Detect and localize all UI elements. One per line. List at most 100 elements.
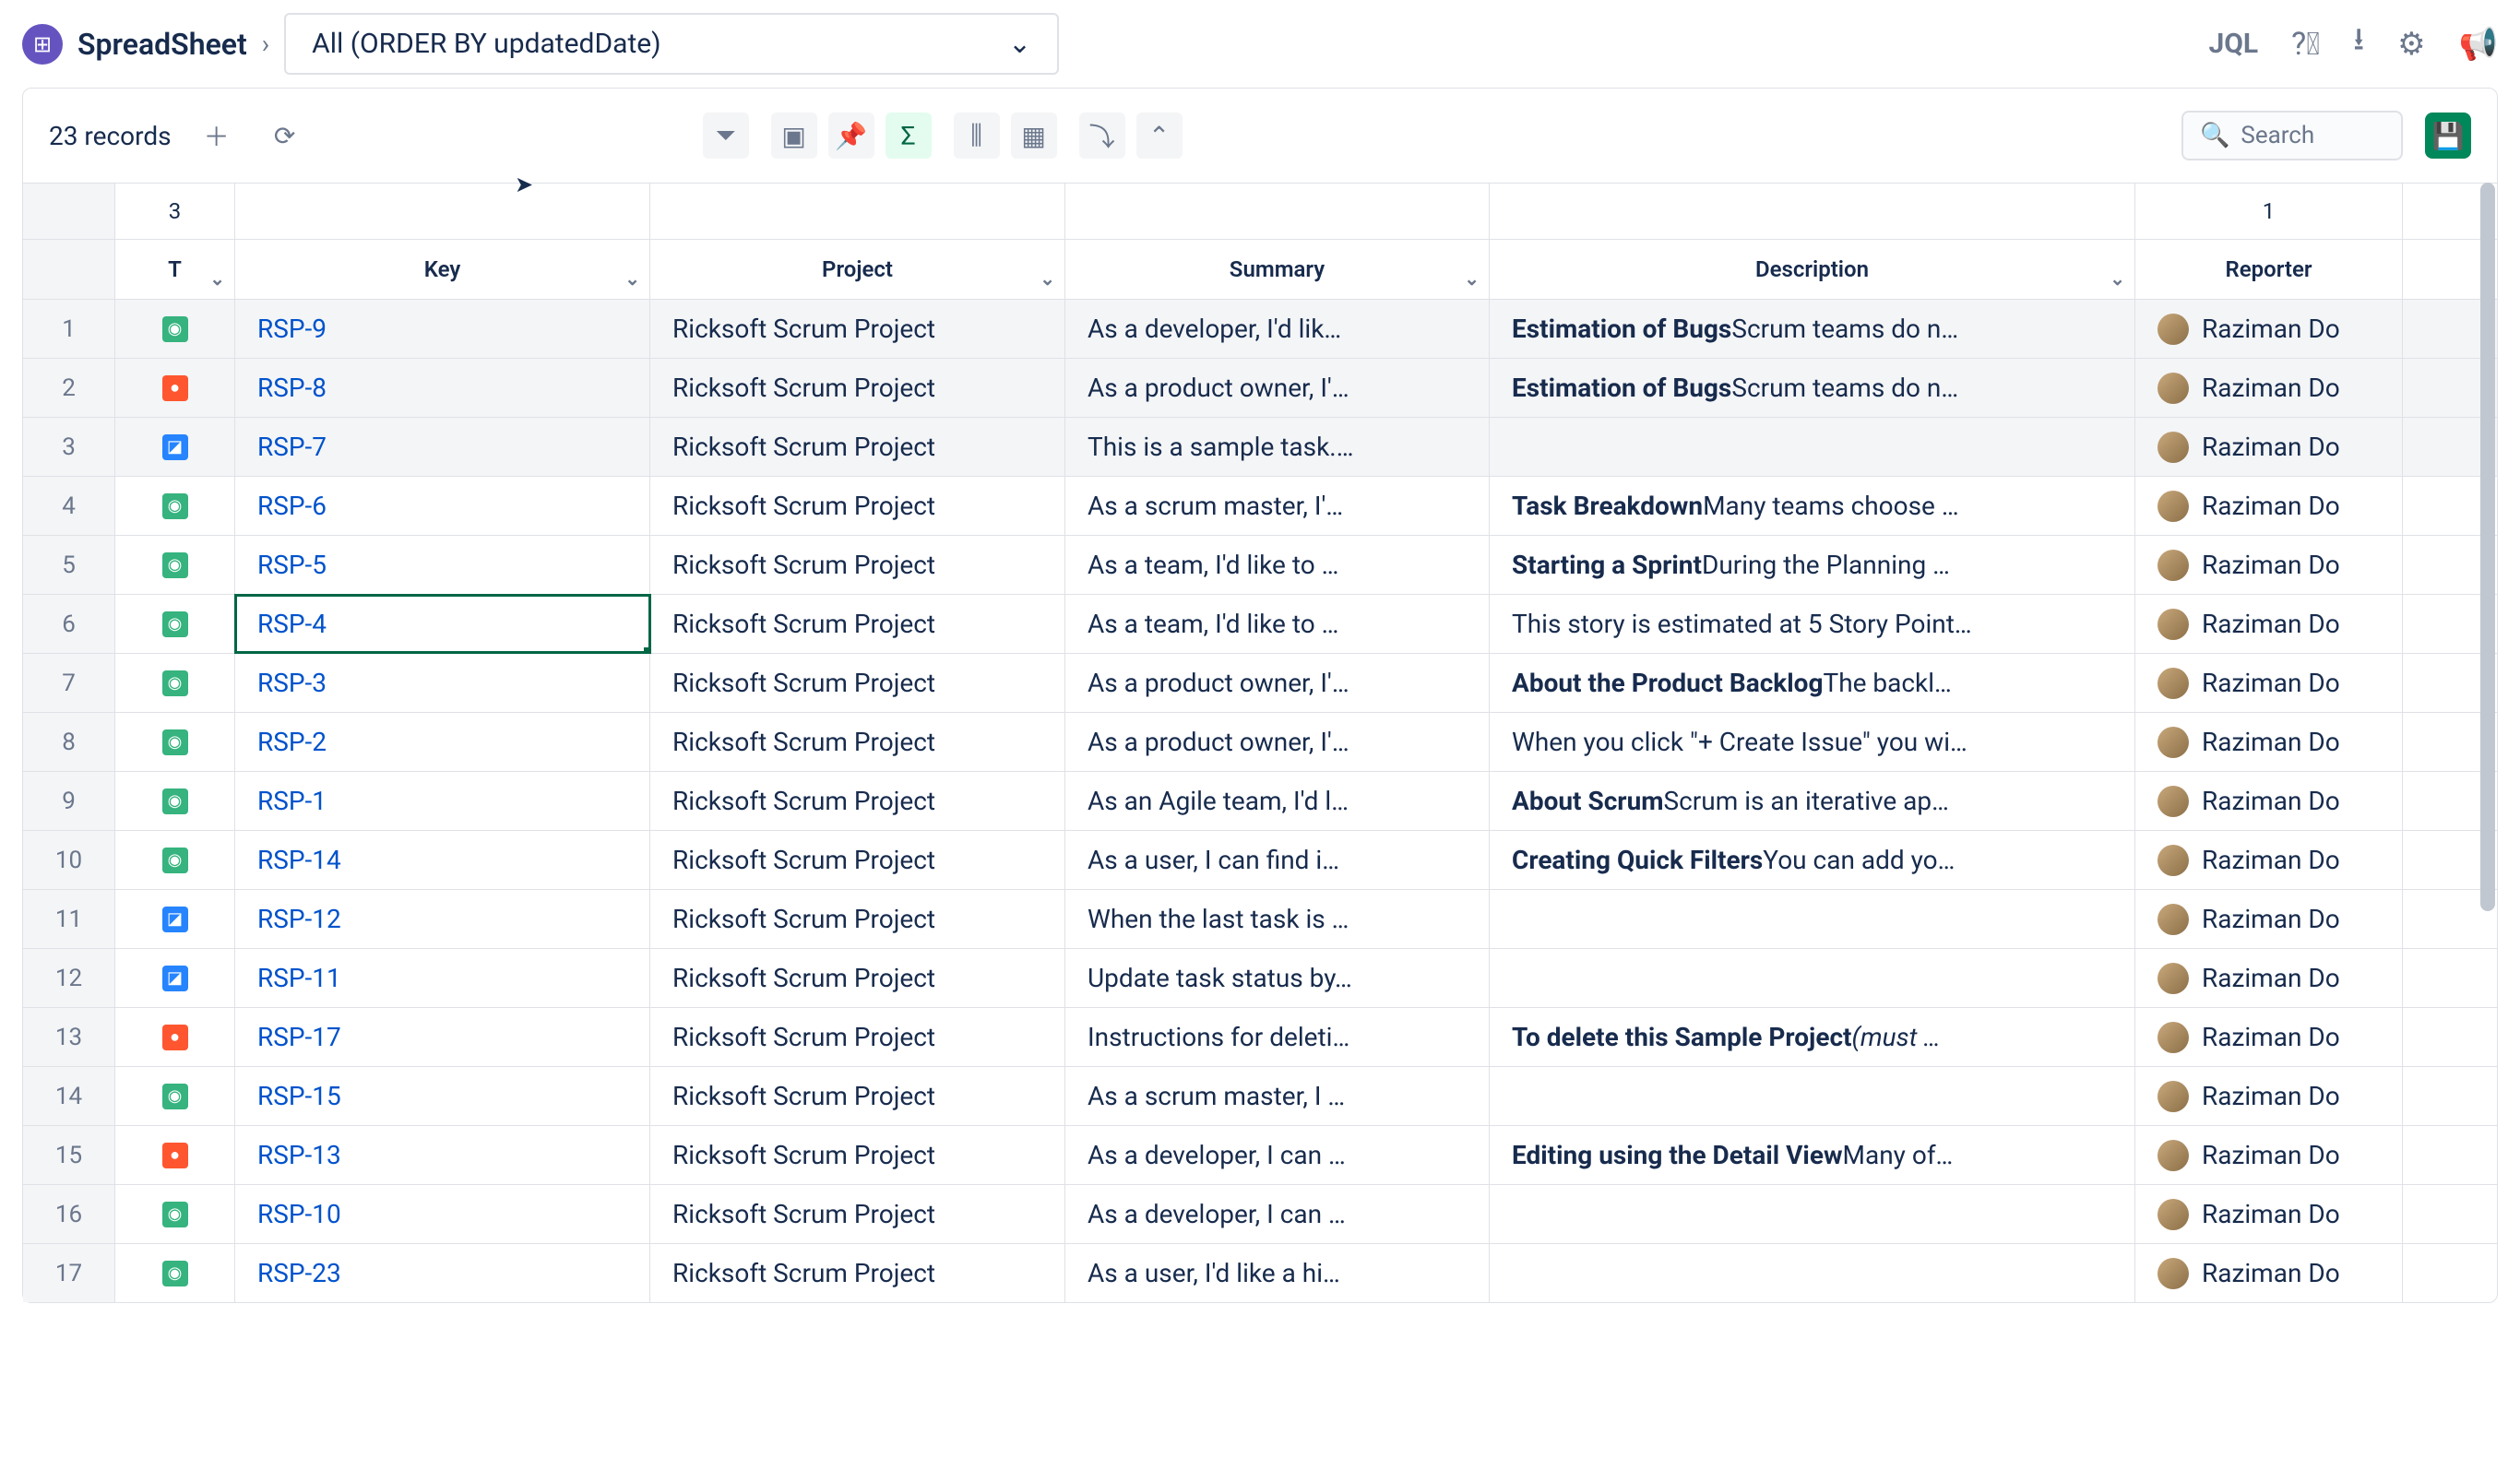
description-cell[interactable] [1490, 1185, 2135, 1243]
description-cell[interactable]: About the Product Backlog The backl… [1490, 654, 2135, 712]
description-cell[interactable] [1490, 1244, 2135, 1302]
key-cell[interactable]: RSP-3 [235, 654, 650, 712]
table-row[interactable]: 12◪RSP-11Ricksoft Scrum ProjectUpdate ta… [23, 948, 2497, 1007]
description-cell[interactable]: Editing using the Detail View Many of… [1490, 1126, 2135, 1184]
summary-cell[interactable]: When the last task is … [1065, 890, 1490, 948]
type-cell[interactable]: ◉ [115, 477, 235, 535]
type-cell[interactable]: ● [115, 359, 235, 417]
summary-cell[interactable]: As a product owner, I'… [1065, 654, 1490, 712]
key-cell[interactable]: RSP-12 [235, 890, 650, 948]
project-cell[interactable]: Ricksoft Scrum Project [650, 831, 1065, 889]
type-cell[interactable]: ◪ [115, 890, 235, 948]
summary-cell[interactable]: As a user, I can find i… [1065, 831, 1490, 889]
summary-cell[interactable]: As a developer, I'd lik… [1065, 300, 1490, 358]
reporter-cell[interactable]: Raziman Do [2135, 654, 2403, 712]
key-cell[interactable]: RSP-7 [235, 418, 650, 476]
key-cell[interactable]: RSP-10 [235, 1185, 650, 1243]
description-cell[interactable]: Creating Quick Filters You can add yo… [1490, 831, 2135, 889]
table-row[interactable]: 15●RSP-13Ricksoft Scrum ProjectAs a deve… [23, 1125, 2497, 1184]
reporter-cell[interactable]: Raziman Do [2135, 536, 2403, 594]
description-cell[interactable]: Estimation of Bugs Scrum teams do n… [1490, 359, 2135, 417]
table-row[interactable]: 16◉RSP-10Ricksoft Scrum ProjectAs a deve… [23, 1184, 2497, 1243]
table-row[interactable]: 10◉RSP-14Ricksoft Scrum ProjectAs a user… [23, 830, 2497, 889]
description-cell[interactable]: About Scrum Scrum is an iterative ap… [1490, 772, 2135, 830]
project-cell[interactable]: Ricksoft Scrum Project [650, 477, 1065, 535]
col-key[interactable]: Key⌄ [235, 240, 650, 299]
type-cell[interactable]: ◉ [115, 772, 235, 830]
table-row[interactable]: 17◉RSP-23Ricksoft Scrum ProjectAs a user… [23, 1243, 2497, 1302]
project-cell[interactable]: Ricksoft Scrum Project [650, 1067, 1065, 1125]
project-cell[interactable]: Ricksoft Scrum Project [650, 1126, 1065, 1184]
group-2-header[interactable]: 1 [2135, 184, 2403, 239]
table-row[interactable]: 2●RSP-8Ricksoft Scrum ProjectAs a produc… [23, 358, 2497, 417]
key-cell[interactable]: RSP-15 [235, 1067, 650, 1125]
summary-cell[interactable]: Update task status by… [1065, 949, 1490, 1007]
key-cell[interactable]: RSP-1 [235, 772, 650, 830]
tree-icon[interactable]: ⤵ [1079, 113, 1125, 159]
reporter-cell[interactable]: Raziman Do [2135, 300, 2403, 358]
summary-cell[interactable]: As a user, I'd like a hi… [1065, 1244, 1490, 1302]
type-cell[interactable]: ◉ [115, 300, 235, 358]
table-row[interactable]: 13●RSP-17Ricksoft Scrum ProjectInstructi… [23, 1007, 2497, 1066]
table-row[interactable]: 3◪RSP-7Ricksoft Scrum ProjectThis is a s… [23, 417, 2497, 476]
megaphone-icon[interactable]: 📢 [2459, 26, 2498, 63]
reporter-cell[interactable]: Raziman Do [2135, 890, 2403, 948]
key-cell[interactable]: RSP-4 [235, 595, 650, 653]
reporter-cell[interactable]: Raziman Do [2135, 1008, 2403, 1066]
col-type[interactable]: T⌄ [115, 240, 235, 299]
grid-icon[interactable]: ▦ [1011, 113, 1057, 159]
type-cell[interactable]: ◪ [115, 949, 235, 1007]
type-cell[interactable]: ● [115, 1008, 235, 1066]
project-cell[interactable]: Ricksoft Scrum Project [650, 300, 1065, 358]
type-cell[interactable]: ◉ [115, 831, 235, 889]
key-cell[interactable]: RSP-8 [235, 359, 650, 417]
project-cell[interactable]: Ricksoft Scrum Project [650, 713, 1065, 771]
save-button[interactable]: 💾 [2425, 113, 2471, 159]
description-cell[interactable]: Estimation of Bugs Scrum teams do n… [1490, 300, 2135, 358]
sigma-icon[interactable]: Σ [886, 113, 932, 159]
project-cell[interactable]: Ricksoft Scrum Project [650, 949, 1065, 1007]
reporter-cell[interactable]: Raziman Do [2135, 595, 2403, 653]
project-cell[interactable]: Ricksoft Scrum Project [650, 772, 1065, 830]
summary-cell[interactable]: As a developer, I can … [1065, 1185, 1490, 1243]
type-cell[interactable]: ◪ [115, 418, 235, 476]
reporter-cell[interactable]: Raziman Do [2135, 713, 2403, 771]
key-cell[interactable]: RSP-23 [235, 1244, 650, 1302]
description-cell[interactable] [1490, 890, 2135, 948]
help-icon[interactable]: ?⃝ [2291, 26, 2320, 63]
reporter-cell[interactable]: Raziman Do [2135, 1126, 2403, 1184]
key-cell[interactable]: RSP-11 [235, 949, 650, 1007]
description-cell[interactable]: Task Breakdown Many teams choose … [1490, 477, 2135, 535]
project-cell[interactable]: Ricksoft Scrum Project [650, 654, 1065, 712]
group-1-header[interactable]: 3 [115, 184, 235, 239]
table-row[interactable]: 8◉RSP-2Ricksoft Scrum ProjectAs a produc… [23, 712, 2497, 771]
type-cell[interactable]: ● [115, 1126, 235, 1184]
type-cell[interactable]: ◉ [115, 1244, 235, 1302]
reporter-cell[interactable]: Raziman Do [2135, 477, 2403, 535]
project-cell[interactable]: Ricksoft Scrum Project [650, 536, 1065, 594]
collapse-icon[interactable]: ⌃ [1136, 113, 1183, 159]
key-cell[interactable]: RSP-17 [235, 1008, 650, 1066]
download-icon[interactable]: ⭳ [2353, 18, 2364, 70]
reporter-cell[interactable]: Raziman Do [2135, 1067, 2403, 1125]
key-cell[interactable]: RSP-9 [235, 300, 650, 358]
columns-icon[interactable]: ⫼ [954, 113, 1000, 159]
project-cell[interactable]: Ricksoft Scrum Project [650, 1008, 1065, 1066]
description-cell[interactable]: This story is estimated at 5 Story Point… [1490, 595, 2135, 653]
project-cell[interactable]: Ricksoft Scrum Project [650, 1244, 1065, 1302]
description-cell[interactable]: When you click "+ Create Issue" you wi… [1490, 713, 2135, 771]
description-cell[interactable]: To delete this Sample Project (must … [1490, 1008, 2135, 1066]
summary-cell[interactable]: As a team, I'd like to … [1065, 595, 1490, 653]
summary-cell[interactable]: As a scrum master, I … [1065, 1067, 1490, 1125]
summary-cell[interactable]: Instructions for deleti… [1065, 1008, 1490, 1066]
gear-icon[interactable]: ⚙ [2397, 26, 2425, 63]
reporter-cell[interactable]: Raziman Do [2135, 831, 2403, 889]
col-project[interactable]: Project⌄ [650, 240, 1065, 299]
reporter-cell[interactable]: Raziman Do [2135, 359, 2403, 417]
type-cell[interactable]: ◉ [115, 595, 235, 653]
table-row[interactable]: 4◉RSP-6Ricksoft Scrum ProjectAs a scrum … [23, 476, 2497, 535]
table-row[interactable]: 11◪RSP-12Ricksoft Scrum ProjectWhen the … [23, 889, 2497, 948]
add-button[interactable]: ＋ [194, 113, 240, 159]
key-cell[interactable]: RSP-5 [235, 536, 650, 594]
col-reporter[interactable]: Reporter [2135, 240, 2403, 299]
